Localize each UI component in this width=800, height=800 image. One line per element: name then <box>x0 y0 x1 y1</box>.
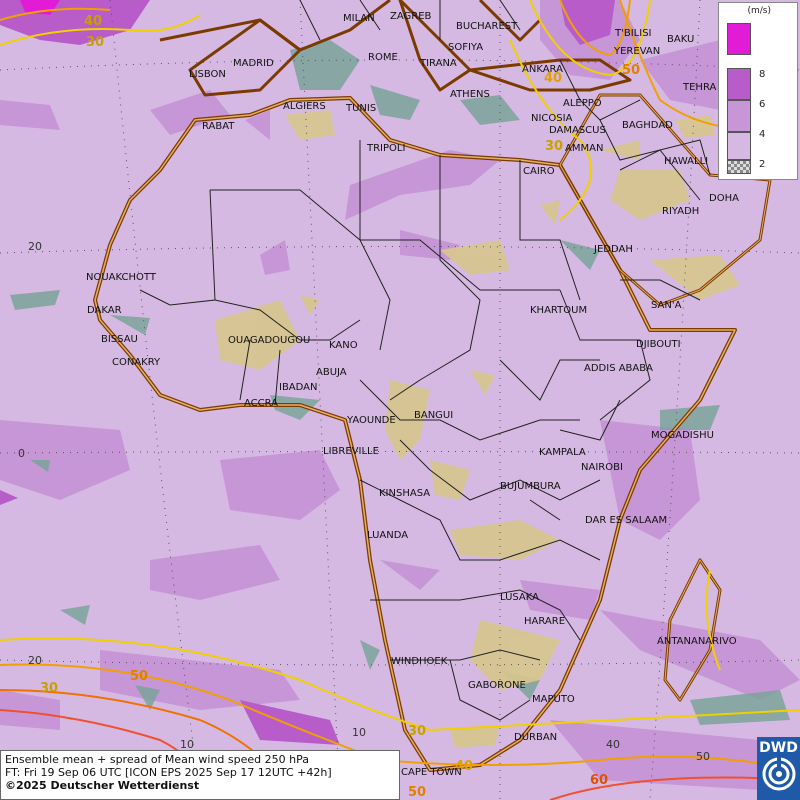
city-label: DURBAN <box>514 732 557 743</box>
city-label: ROME <box>368 52 398 63</box>
grid-label: 40 <box>606 738 620 751</box>
city-label: BAKU <box>667 34 694 45</box>
city-label: ATHENS <box>450 89 490 100</box>
city-label: DJIBOUTI <box>636 339 681 350</box>
city-label: KANO <box>329 340 358 351</box>
grid-label: 0 <box>18 447 25 460</box>
legend-swatch-4 <box>727 100 751 132</box>
city-label: ANTANANARIVO <box>657 636 737 647</box>
city-label: BAGHDAD <box>622 120 673 131</box>
city-label: DOHA <box>709 193 739 204</box>
dwd-swirl-icon <box>762 756 795 791</box>
city-label: LUANDA <box>367 530 408 541</box>
city-label: MAPUTO <box>532 694 575 705</box>
city-label: CONAKRY <box>112 357 161 368</box>
legend-tick-2: 2 <box>759 159 766 170</box>
dwd-logo-text: DWD <box>759 740 798 756</box>
city-label: LUSAKA <box>500 592 539 603</box>
dwd-logo: DWD <box>757 737 800 800</box>
city-label: ABUJA <box>316 367 347 378</box>
color-legend: (m/s) 8 6 4 2 <box>718 2 798 180</box>
city-label: LIBREVILLE <box>323 446 379 457</box>
city-label: NOUAKCHOTT <box>86 272 157 283</box>
city-label: BUCHAREST <box>456 21 518 32</box>
city-label: AMMAN <box>565 143 603 154</box>
grid-label: 20 <box>28 240 42 253</box>
grid-label: 50 <box>696 750 710 763</box>
weather-map: 40 30 40 50 30 30 50 30 40 50 60 20 0 20… <box>0 0 800 800</box>
city-label: KAMPALA <box>539 447 586 458</box>
city-label: YEREVAN <box>613 46 660 57</box>
city-label: BISSAU <box>101 334 138 345</box>
city-label: DAMASCUS <box>549 125 606 136</box>
city-label: MADRID <box>233 58 274 69</box>
city-label: BUJUMBURA <box>500 481 561 492</box>
city-label: SAN'A <box>651 300 682 311</box>
city-label: MILAN <box>343 13 375 24</box>
city-label: ALGIERS <box>283 101 326 112</box>
city-label: SOFIYA <box>448 42 483 53</box>
city-label: ZAGREB <box>390 11 432 22</box>
city-label: TUNIS <box>345 103 376 114</box>
city-label: NAIROBI <box>581 462 623 473</box>
contour-label: 40 <box>84 14 102 29</box>
caption-title: Ensemble mean + spread of Mean wind spee… <box>5 753 309 766</box>
city-label: ALEPPO <box>563 98 602 109</box>
legend-swatch-6 <box>727 68 751 100</box>
city-label: TIRANA <box>419 58 457 69</box>
contour-label: 30 <box>40 681 58 696</box>
city-label: MOGADISHU <box>651 430 714 441</box>
legend-unit: (m/s) <box>747 6 771 16</box>
caption-copyright: ©2025 Deutscher Wetterdienst <box>5 779 200 792</box>
city-label: OUAGADOUGOU <box>228 335 310 346</box>
contour-label: 50 <box>408 785 426 800</box>
contour-label: 50 <box>622 63 640 78</box>
city-label: HARARE <box>524 616 565 627</box>
city-label: KINSHASA <box>379 488 430 499</box>
contour-label: 30 <box>545 139 563 154</box>
city-label: DAKAR <box>87 305 122 316</box>
contour-label: 30 <box>86 35 104 50</box>
city-label: DAR ES SALAAM <box>585 515 667 526</box>
city-label: T'BILISI <box>614 28 651 39</box>
caption-forecast-time: FT: Fri 19 Sep 06 UTC [ICON EPS 2025 Sep… <box>5 766 332 779</box>
legend-swatch-8 <box>727 23 751 55</box>
city-label: GABORONE <box>468 680 526 691</box>
contour-label: 30 <box>408 724 426 739</box>
legend-tick-4: 4 <box>759 129 766 140</box>
city-label: HAWALLI <box>664 156 708 167</box>
city-label: ACCRA <box>244 398 278 409</box>
city-label: KHARTOUM <box>530 305 587 316</box>
grid-label: 20 <box>28 654 42 667</box>
contour-label: 50 <box>130 669 148 684</box>
legend-tick-6: 6 <box>759 99 766 110</box>
legend-swatch-2 <box>727 132 751 160</box>
map-caption: Ensemble mean + spread of Mean wind spee… <box>0 750 400 800</box>
city-label: ADDIS ABABA <box>584 363 653 374</box>
city-label: YAOUNDE <box>346 415 396 426</box>
city-label: CAPE TOWN <box>401 767 462 778</box>
legend-tick-8: 8 <box>759 69 766 80</box>
contour-label: 60 <box>590 773 608 788</box>
city-label: RIYADH <box>662 206 699 217</box>
city-label: CAIRO <box>523 166 555 177</box>
city-label: IBADAN <box>279 382 318 393</box>
grid-label: 10 <box>352 726 366 739</box>
city-label: ANKARA <box>522 64 563 75</box>
city-label: JEDDAH <box>593 244 633 255</box>
city-label: TRIPOLI <box>366 143 405 154</box>
city-label: WINDHOEK <box>391 656 448 667</box>
city-label: LISBON <box>189 69 226 80</box>
city-label: RABAT <box>202 121 235 132</box>
legend-swatch-below <box>727 160 751 174</box>
city-label: NICOSIA <box>531 113 573 124</box>
city-label: BANGUI <box>414 410 453 421</box>
city-label: TEHRA <box>682 82 716 93</box>
